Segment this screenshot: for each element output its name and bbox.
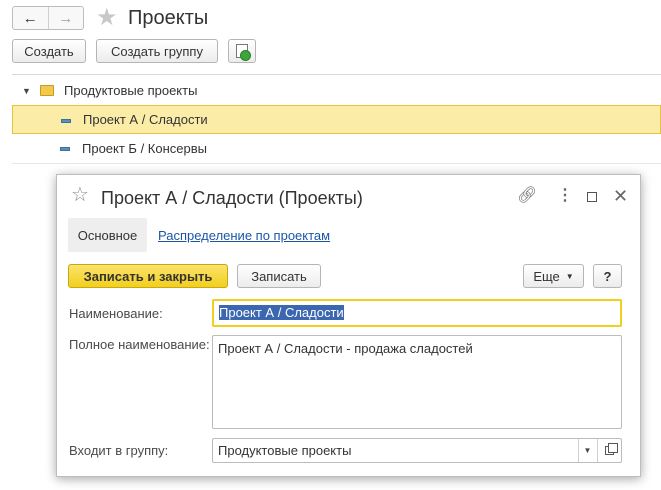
help-button[interactable]: ? <box>593 264 622 288</box>
tree-group-row[interactable]: ▼ Продуктовые проекты <box>12 76 661 105</box>
arrow-right-icon: → <box>58 9 74 27</box>
dropdown-arrow-icon[interactable]: ▼ <box>578 439 596 462</box>
create-group-button[interactable]: Создать группу <box>96 39 218 63</box>
name-value: Проект А / Сладости <box>219 305 344 320</box>
save-and-close-button[interactable]: Записать и закрыть <box>68 264 228 288</box>
name-field[interactable]: Проект А / Сладости <box>212 299 622 327</box>
full-name-field[interactable]: Проект А / Сладости - продажа сладостей <box>212 335 622 429</box>
back-button[interactable]: ← <box>13 7 48 29</box>
open-window-icon <box>605 443 618 455</box>
expand-arrow-icon[interactable]: ▼ <box>22 86 31 96</box>
list-divider <box>12 74 661 75</box>
tree-item-project-b[interactable]: Проект Б / Консервы <box>12 134 661 163</box>
item-icon <box>60 147 70 151</box>
link-icon[interactable]: 🔗︎ <box>517 185 537 207</box>
more-button[interactable]: Еще ▼ <box>523 264 584 288</box>
forward-button[interactable]: → <box>47 7 84 29</box>
add-document-icon <box>236 44 251 61</box>
tree-item-project-a[interactable]: Проект А / Сладости <box>12 105 661 134</box>
favorite-star-icon[interactable]: ★ <box>96 4 118 32</box>
more-label: Еще <box>533 268 560 284</box>
item-icon <box>61 119 71 123</box>
maximize-icon[interactable] <box>587 192 597 202</box>
project-dialog: ☆ Проект А / Сладости (Проекты) 🔗︎ ⋮ ✕ О… <box>56 174 641 477</box>
star-icon[interactable]: ☆ <box>71 183 89 207</box>
tab-distribution[interactable]: Распределение по проектам <box>158 228 330 243</box>
full-name-label: Полное наименование: <box>69 337 210 352</box>
close-icon[interactable]: ✕ <box>613 185 628 207</box>
create-button[interactable]: Создать <box>12 39 86 63</box>
group-value: Продуктовые проекты <box>218 443 352 458</box>
arrow-left-icon: ← <box>22 9 38 27</box>
page-title: Проекты <box>128 7 209 29</box>
tab-main[interactable]: Основное <box>68 218 147 252</box>
tree-group-label: Продуктовые проекты <box>64 83 198 98</box>
name-label: Наименование: <box>69 306 163 321</box>
tree-item-label: Проект А / Сладости <box>83 112 208 127</box>
more-vertical-icon[interactable]: ⋮ <box>557 185 573 207</box>
add-document-button[interactable] <box>228 39 256 63</box>
chevron-down-icon: ▼ <box>565 271 574 281</box>
history-nav: ← → <box>12 6 84 30</box>
open-button[interactable] <box>597 439 621 462</box>
save-button[interactable]: Записать <box>237 264 321 288</box>
folder-icon <box>40 85 54 96</box>
group-select[interactable]: Продуктовые проекты ▼ <box>212 438 622 463</box>
full-name-value: Проект А / Сладости - продажа сладостей <box>218 341 473 356</box>
tree-item-label: Проект Б / Консервы <box>82 141 207 156</box>
group-label: Входит в группу: <box>69 443 169 458</box>
dialog-title: Проект А / Сладости (Проекты) <box>101 188 363 208</box>
list-divider <box>12 163 661 164</box>
